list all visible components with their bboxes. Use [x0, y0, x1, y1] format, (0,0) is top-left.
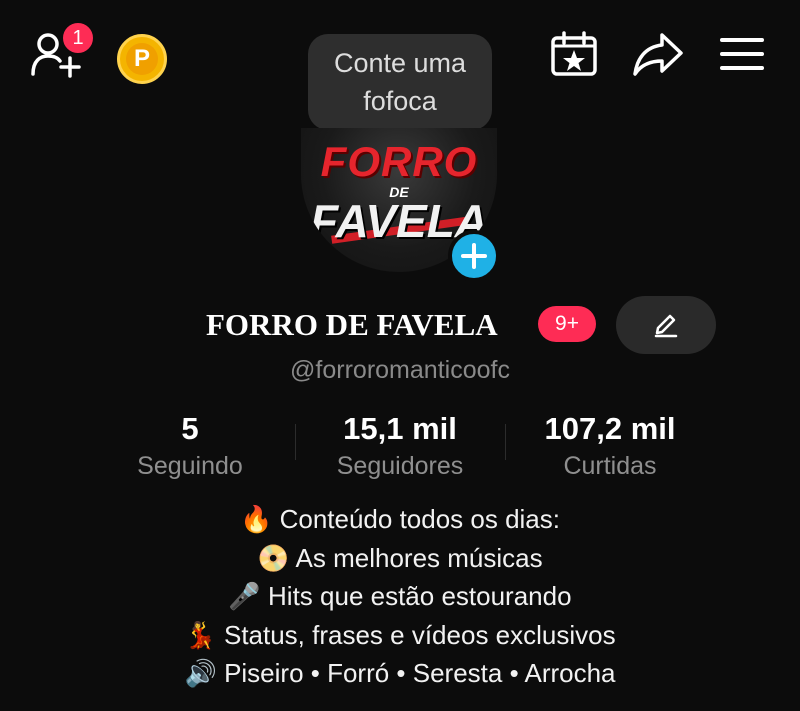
plus-icon [461, 243, 487, 269]
notification-badge: 1 [60, 20, 96, 56]
menu-button[interactable] [716, 32, 768, 76]
calendar-button[interactable] [548, 30, 600, 78]
stat-following[interactable]: 5 Seguindo [110, 408, 270, 482]
bio-line: 🎤 Hits que estão estourando [228, 581, 572, 611]
pencil-icon [654, 314, 678, 338]
coin-button[interactable]: P [117, 34, 167, 84]
stat-label: Seguindo [137, 452, 243, 480]
edit-profile-button[interactable] [616, 296, 716, 354]
bio-line: 🔥 Conteúdo todos os dias: [239, 504, 560, 534]
share-arrow-icon [633, 33, 683, 76]
bio-line: 🔊 Piseiro • Forró • Seresta • Arrocha [184, 658, 616, 688]
stat-value: 107,2 mil [544, 411, 676, 446]
stat-value: 5 [181, 411, 199, 446]
coin-icon: P [126, 43, 158, 75]
profile-name: FORRO DE FAVELA [206, 307, 498, 342]
avatar-logo-line1: FORRO [320, 138, 478, 185]
username: @forroromanticoofc [290, 356, 510, 384]
calendar-star-icon [551, 31, 597, 76]
stat-divider [505, 424, 506, 460]
bio-line: 💃 Status, frases e vídeos exclusivos [184, 619, 616, 650]
bio-line: 📀 As melhores músicas [257, 542, 543, 573]
share-button[interactable] [630, 30, 686, 78]
stat-label: Seguidores [336, 452, 464, 480]
story-prompt-bubble[interactable]: Conte uma fofoca [308, 34, 492, 130]
hamburger-menu-icon [720, 38, 764, 70]
stat-value: 15,1 mil [343, 411, 457, 446]
bubble-text-line2: fofoca [363, 86, 437, 116]
bubble-text-line1: Conte uma [333, 48, 467, 78]
stat-likes[interactable]: 107,2 mil Curtidas [520, 408, 700, 482]
add-story-button[interactable] [448, 230, 500, 282]
stat-label: Curtidas [563, 452, 657, 480]
stat-divider [295, 424, 296, 460]
profile-bio: 🔥 Conteúdo todos os dias: 📀 As melhores … [100, 500, 700, 693]
stat-followers[interactable]: 15,1 mil Seguidores [310, 408, 490, 482]
notification-count-badge[interactable]: 9+ [538, 306, 596, 342]
